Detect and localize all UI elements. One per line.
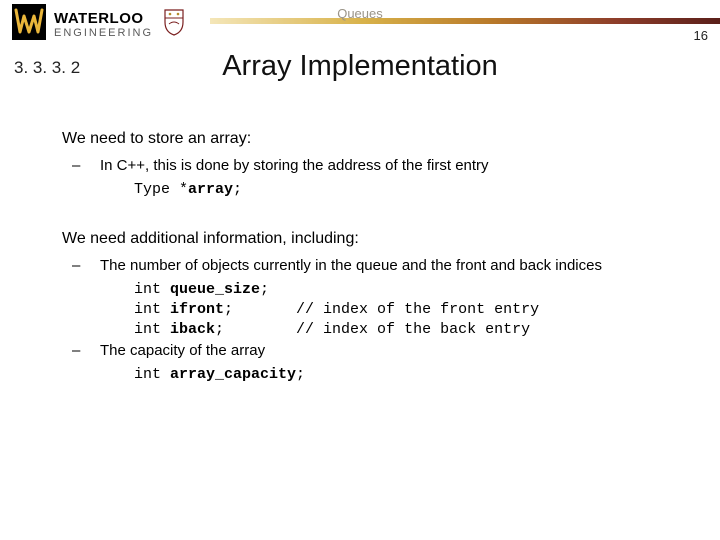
code-var: array_capacity [170,366,296,383]
header: WATERLOO ENGINEERING Queues 16 [0,0,720,48]
code-line-iback: int iback; // index of the back entry [134,320,680,340]
code-kw: int [134,321,170,338]
slide: WATERLOO ENGINEERING Queues 16 3. 3. 3. … [0,0,720,540]
code-type: Type * [134,181,188,198]
code-semi: ; [296,366,305,383]
paragraph-2-sub-2: –The capacity of the array [86,341,680,361]
text: In C++, this is done by storing the addr… [100,157,489,174]
paragraph-2-sub-1: –The number of objects currently in the … [86,256,680,276]
paragraph-2: We need additional information, includin… [62,228,680,250]
code-var: array [188,181,233,198]
slide-title: Array Implementation [0,50,720,83]
code-pad: ; [215,321,296,338]
code-var: ifront [170,301,224,318]
logo-line2: ENGINEERING [54,28,153,39]
code-comment: // index of the front entry [296,301,539,318]
paragraph-1: We need to store an array: [62,128,680,150]
code-var: iback [170,321,215,338]
code-line-capacity: int array_capacity; [134,365,680,385]
code-kw: int [134,281,170,298]
code-var: queue_size [170,281,260,298]
code-kw: int [134,366,170,383]
code-pad: ; [224,301,296,318]
topic-label: Queues [0,6,720,21]
code-comment: // index of the back entry [296,321,530,338]
code-semi: ; [233,181,242,198]
page-number: 16 [694,28,708,43]
code-line-queue-size: int queue_size; [134,280,680,300]
slide-body: We need to store an array: –In C++, this… [62,128,680,385]
code-line-ifront: int ifront; // index of the front entry [134,300,680,320]
text: The number of objects currently in the q… [100,257,602,274]
code-line-array-decl: Type *array; [134,180,680,200]
text: The capacity of the array [100,342,265,359]
code-kw: int [134,301,170,318]
code-semi: ; [260,281,269,298]
paragraph-1-sub-1: –In C++, this is done by storing the add… [86,156,680,176]
